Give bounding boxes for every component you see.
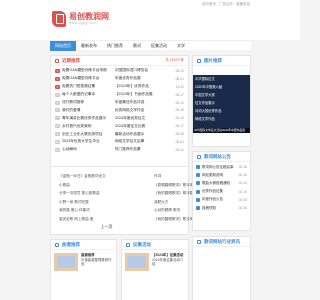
music-icon — [55, 242, 59, 247]
card-item-desc: 2024年度征集活动介绍 — [152, 257, 184, 267]
top-link-home[interactable]: 设为首页 — [202, 2, 216, 7]
recommend-title: 近期推荐 — [62, 57, 80, 63]
notice-icon — [197, 154, 201, 159]
site-logo[interactable]: 易创教润网 www.qgzjy.com — [52, 8, 109, 30]
list-item[interactable]: 2024年度优秀征文 06-10 — [115, 114, 184, 122]
list-item[interactable]: 2 免费GAN模型训练平台 — [55, 75, 107, 83]
list-item[interactable]: 优秀网络文学作品 06-20 — [115, 106, 184, 114]
thumbnail-image — [54, 253, 78, 271]
info-item[interactable]: 我的路 爱心 伴奏词 — [59, 208, 154, 217]
nav-literature[interactable]: 文学 — [172, 41, 190, 51]
list-item[interactable]: 优秀作品征集 02-10 — [196, 188, 247, 196]
list-item[interactable]: 投稿须知 02-05 — [196, 204, 247, 212]
card-item-desc: 乐谱曲谱整理推荐作品 — [81, 257, 112, 267]
image-icon — [197, 58, 201, 63]
list-item[interactable]: 11 心动瞬间 — [55, 146, 107, 154]
notice-panel: 歌词网站公告 歌词网公告征稿启事 02-18 网站更新说明 02-16 歌曲大赛投稿… — [192, 151, 251, 231]
bullet-icon — [196, 173, 200, 178]
nav-lyrics[interactable]: 歌词 — [128, 41, 146, 51]
logo-subtitle: www.qgzjy.com — [69, 21, 97, 25]
list-item[interactable]: 8 乡村振兴优秀案例 — [55, 122, 107, 130]
image-slider[interactable]: 中华国际征文 2020年中国第六届 中国文学大赛 征文作品展示 诗词大赛优秀作品… — [193, 75, 250, 133]
list-item[interactable]: 5 流行歌词推荐 — [55, 99, 107, 107]
card-item[interactable]: 曲谱推荐 乐谱曲谱整理推荐作品 — [51, 250, 116, 274]
list-item[interactable]: 4 每个人都爱的记事本 — [55, 91, 107, 99]
list-item[interactable]: 10 2023年优秀大学生毕业 — [55, 138, 107, 146]
info-item[interactable]: 小歌曲 — [59, 183, 154, 192]
news-title: 歌词网站行业资讯 — [204, 238, 240, 244]
list-item[interactable]: 【2024年】优秀作品 14:22 — [115, 83, 184, 91]
list-item[interactable]: 年度优秀作品展 08-01 — [115, 75, 184, 83]
news-panel: 歌词网站行业资讯 — [192, 236, 251, 300]
count-badge: 共 21670 条 — [165, 58, 184, 62]
slider-text: 中国文学大赛 — [195, 93, 215, 97]
list-item[interactable]: 年度作品公告 02-08 — [196, 196, 247, 204]
logo-title: 易创教润网 — [69, 12, 109, 21]
card-panel-1: 曲谱推荐 曲谱推荐 乐谱曲谱整理推荐作品 — [50, 239, 117, 300]
nav-hot[interactable]: 热门推荐 — [102, 41, 128, 51]
nav-events[interactable]: 征集活动 — [146, 41, 172, 51]
list-item[interactable]: 6 我们的爱情 — [55, 106, 107, 114]
info-item[interactable]: 分享一次愿意 更心愿歌曲 — [59, 191, 154, 200]
info-item[interactable]: 《金瓶一年日》金瓶歌词全文 — [59, 174, 154, 183]
recommend-panel: 近期推荐 共 21670 条 1 免费GAN模型训练平台申报 2 免费GAN模型训练… — [50, 55, 189, 167]
bullet-icon — [196, 181, 200, 186]
slider-text: 征文作品展示 — [195, 101, 215, 105]
list-item[interactable]: 中国国际进口博览会 08-12 — [115, 67, 184, 75]
bullet-icon — [196, 189, 200, 194]
bullet-icon — [196, 206, 200, 211]
card-title: 曲谱推荐 — [62, 241, 80, 247]
card-item[interactable]: 【2024年】征集活动 2024年度征集活动介绍 — [122, 250, 188, 274]
list-item[interactable]: 【2024年】书画作品展 08-17 — [115, 91, 184, 99]
recommend-list-right: 中国国际进口博览会 08-12 年度优秀作品展 08-01 【2024年】优秀作品 1… — [111, 66, 188, 155]
slider-text: 中华国际征文 — [195, 77, 215, 81]
event-icon — [126, 242, 130, 247]
list-item[interactable]: 网络文学征文启事 06-01 — [115, 138, 184, 146]
news-icon — [197, 239, 201, 244]
list-item[interactable]: 2024年度征文比赛 06-17 — [115, 122, 184, 130]
list-item[interactable]: 最新活动作品展示 06-08 — [115, 130, 184, 138]
slider-text: 2020年中国第六届 — [195, 85, 223, 89]
bullet-icon — [196, 197, 200, 202]
list-item[interactable]: 年度最佳作品评选 08-10 — [115, 99, 184, 107]
list-item[interactable]: 7 青年演讲比赛优秀作品展示 — [55, 114, 107, 122]
slider-caption: 中华国际文学征文活动2020年中国作品展 — [193, 128, 250, 133]
list-item[interactable]: 歌曲大赛投稿通知 02-12 — [196, 179, 247, 187]
list-icon — [55, 58, 59, 63]
top-link-favorite[interactable]: 收藏本站 — [236, 2, 250, 7]
slider-text: 诗词大赛优秀作品 — [195, 109, 222, 113]
card-panel-2: 征集活动 【2024年】征集活动 2024年度征集活动介绍 — [121, 239, 189, 300]
logo-icon — [52, 11, 66, 27]
list-item[interactable]: 1 免费GAN模型训练平台申报 — [55, 67, 107, 75]
thumbnail-image — [125, 253, 149, 271]
bullet-icon — [196, 165, 200, 170]
main-nav: 网站首页 最新发布 热门推荐 歌词 征集活动 文学 — [50, 40, 251, 51]
list-item[interactable]: 3 免费热门短视频征集 — [55, 83, 107, 91]
slider-text: 网络文学作品 — [195, 117, 215, 121]
top-links: 设为首页 广告合作 收藏本站 — [202, 2, 250, 7]
notice-list: 歌词网公告征稿启事 02-18 网站更新说明 02-16 歌曲大赛投稿通知 02-12… — [193, 162, 250, 213]
image-panel-title: 图片推荐 — [204, 57, 222, 63]
list-item[interactable]: 热门推荐作品集 05-21 — [115, 146, 184, 154]
list-item[interactable]: 9 创业工业化大赛优秀项目 — [55, 130, 107, 138]
top-link-ads[interactable]: 广告合作 — [219, 2, 233, 7]
info-item[interactable]: 小野一身 歌词完整 — [59, 200, 154, 209]
list-item[interactable]: 网站更新说明 02-16 — [196, 171, 247, 179]
notice-title: 歌词网站公告 — [204, 153, 231, 159]
prev-page-button[interactable]: 上一页 — [101, 224, 113, 230]
list-item[interactable]: 歌词网公告征稿启事 02-18 — [196, 163, 247, 171]
nav-home[interactable]: 网站首页 — [50, 41, 76, 51]
card-title: 征集活动 — [133, 241, 151, 247]
top-bar: 易创教润网 www.qgzjy.com 设为首页 广告合作 收藏本站 — [0, 0, 300, 40]
recommend-list-left: 1 免费GAN模型训练平台申报 2 免费GAN模型训练平台 3 免费热门短视频征集 4… — [51, 66, 111, 155]
nav-latest[interactable]: 最新发布 — [76, 41, 102, 51]
